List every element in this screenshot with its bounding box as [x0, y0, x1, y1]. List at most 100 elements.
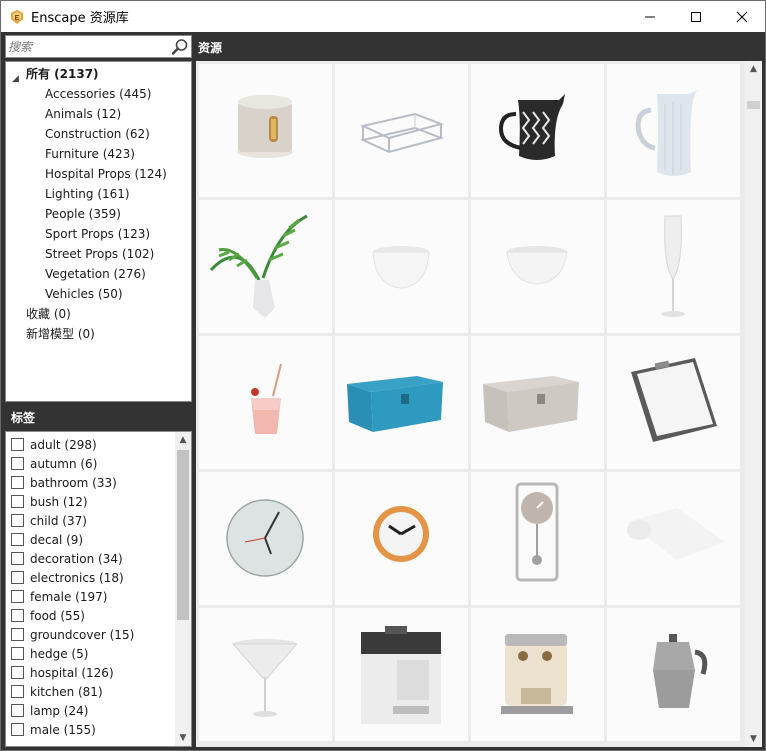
tag-label: autumn (6): [30, 456, 98, 471]
tag-item[interactable]: kitchen (81): [11, 682, 103, 701]
cocktail-glass-icon: [251, 363, 282, 434]
asset-tile[interactable]: [471, 608, 604, 741]
tag-label: kitchen (81): [30, 684, 103, 699]
tag-checkbox[interactable]: [11, 590, 24, 603]
asset-tile[interactable]: [199, 336, 332, 469]
search-input[interactable]: [8, 38, 168, 55]
scrollbar-thumb[interactable]: [747, 101, 760, 109]
tree-item-category[interactable]: Lighting (161): [45, 184, 130, 204]
tag-item[interactable]: autumn (6): [11, 454, 97, 473]
search-box: [5, 35, 192, 58]
magnifier-icon[interactable]: [171, 38, 189, 56]
asset-tile[interactable]: [199, 608, 332, 741]
asset-tile[interactable]: [607, 336, 740, 469]
tree-item-category[interactable]: Street Props (102): [45, 244, 154, 264]
tag-item[interactable]: bush (12): [11, 492, 88, 511]
tag-label: decoration (34): [30, 551, 123, 566]
white-pitcher-icon: [635, 90, 697, 176]
tag-item[interactable]: child (37): [11, 511, 87, 530]
asset-tile[interactable]: [199, 472, 332, 605]
window-title: Enscape 资源库: [31, 11, 129, 26]
asset-grid-scrollbar[interactable]: ▲ ▼: [745, 61, 762, 747]
patterned-pitcher-icon: [498, 94, 565, 160]
asset-tile[interactable]: [471, 336, 604, 469]
tag-label: male (155): [30, 722, 96, 737]
asset-tile[interactable]: [335, 64, 468, 197]
tag-checkbox[interactable]: [11, 666, 24, 679]
asset-tile[interactable]: [471, 64, 604, 197]
tag-item[interactable]: food (55): [11, 606, 85, 625]
tag-item[interactable]: groundcover (15): [11, 625, 134, 644]
tag-label: female (197): [30, 589, 108, 604]
asset-tile[interactable]: [335, 336, 468, 469]
tag-checkbox[interactable]: [11, 552, 24, 565]
asset-tile[interactable]: [335, 200, 468, 333]
tree-item-favorites[interactable]: 收藏 (0): [26, 304, 71, 324]
tag-item[interactable]: decal (9): [11, 530, 83, 549]
asset-tile[interactable]: [335, 472, 468, 605]
tag-item[interactable]: hedge (5): [11, 644, 88, 663]
tree-item-category[interactable]: People (359): [45, 204, 121, 224]
tag-item[interactable]: adult (298): [11, 435, 97, 454]
scroll-up-icon[interactable]: ▲: [175, 432, 191, 448]
tag-label: groundcover (15): [30, 627, 135, 642]
asset-tile[interactable]: [335, 608, 468, 741]
pendulum-clock-icon: [515, 482, 559, 582]
tag-checkbox[interactable]: [11, 647, 24, 660]
tag-item[interactable]: male (155): [11, 720, 96, 739]
tag-item[interactable]: lamp (24): [11, 701, 88, 720]
maximize-icon: [691, 11, 701, 22]
asset-tile[interactable]: [607, 200, 740, 333]
tree-item-category[interactable]: Construction (62): [45, 124, 150, 144]
tag-item[interactable]: hospital (126): [11, 663, 114, 682]
minimize-button[interactable]: [627, 1, 673, 32]
tags-scrollbar[interactable]: ▲ ▼: [175, 432, 191, 746]
asset-tile[interactable]: [471, 472, 604, 605]
tree-item-all[interactable]: 所有 (2137): [26, 64, 99, 84]
tree-item-category[interactable]: Vegetation (276): [45, 264, 146, 284]
asset-tile[interactable]: [607, 608, 740, 741]
tag-item[interactable]: decoration (34): [11, 549, 123, 568]
tag-checkbox[interactable]: [11, 457, 24, 470]
blue-chest-icon: [347, 376, 443, 432]
scroll-up-icon[interactable]: ▲: [745, 61, 762, 77]
white-bowl-icon: [372, 246, 430, 289]
title-bar: Enscape 资源库: [1, 1, 765, 32]
tag-item[interactable]: bathroom (33): [11, 473, 117, 492]
tree-item-category[interactable]: Accessories (445): [45, 84, 151, 104]
tag-checkbox[interactable]: [11, 723, 24, 736]
tag-checkbox[interactable]: [11, 628, 24, 641]
expand-arrow-icon[interactable]: ◢: [12, 74, 19, 84]
tag-checkbox[interactable]: [11, 476, 24, 489]
asset-tile[interactable]: [471, 200, 604, 333]
tag-checkbox[interactable]: [11, 533, 24, 546]
tree-item-category[interactable]: Hospital Props (124): [45, 164, 167, 184]
tag-label: hedge (5): [30, 646, 89, 661]
close-button[interactable]: [719, 1, 765, 32]
tag-checkbox[interactable]: [11, 685, 24, 698]
tag-label: decal (9): [30, 532, 84, 547]
scroll-down-icon[interactable]: ▼: [175, 730, 191, 746]
tag-checkbox[interactable]: [11, 609, 24, 622]
tag-checkbox[interactable]: [11, 704, 24, 717]
tree-item-category[interactable]: Sport Props (123): [45, 224, 150, 244]
tree-item-category[interactable]: Vehicles (50): [45, 284, 123, 304]
maximize-button[interactable]: [673, 1, 719, 32]
tree-item-category[interactable]: Animals (12): [45, 104, 121, 124]
asset-tile[interactable]: [607, 64, 740, 197]
tag-item[interactable]: electronics (18): [11, 568, 124, 587]
tag-item[interactable]: female (197): [11, 587, 107, 606]
tag-checkbox[interactable]: [11, 438, 24, 451]
tree-item-category[interactable]: Furniture (423): [45, 144, 135, 164]
tag-label: bush (12): [30, 494, 88, 509]
tree-item-new-models[interactable]: 新增模型 (0): [26, 324, 95, 344]
scroll-down-icon[interactable]: ▼: [745, 731, 762, 747]
asset-tile[interactable]: [607, 472, 740, 605]
asset-tile[interactable]: [199, 64, 332, 197]
scrollbar-thumb[interactable]: [177, 450, 189, 620]
white-bowl-icon: [506, 246, 568, 285]
tag-checkbox[interactable]: [11, 514, 24, 527]
tag-checkbox[interactable]: [11, 495, 24, 508]
asset-tile[interactable]: [199, 200, 332, 333]
tag-checkbox[interactable]: [11, 571, 24, 584]
